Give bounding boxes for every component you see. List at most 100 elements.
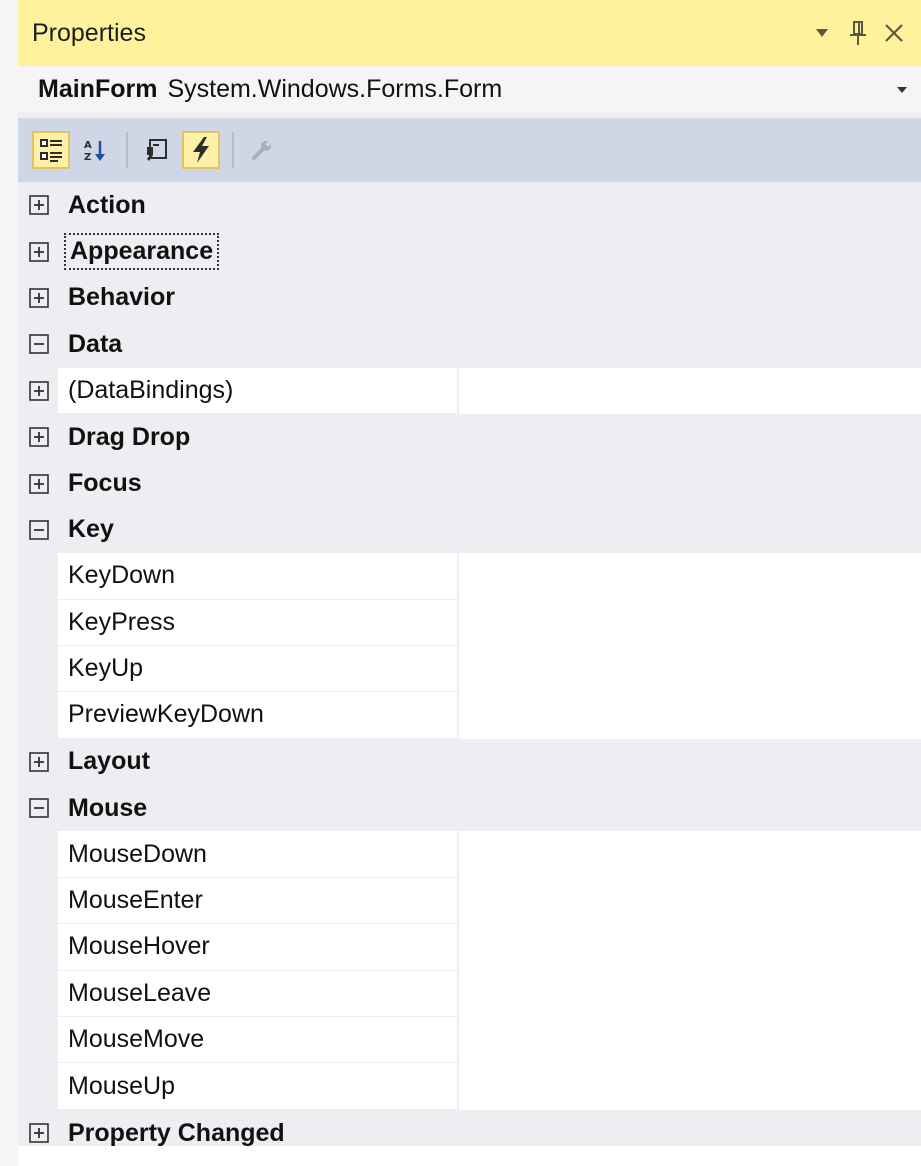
events-button[interactable] (182, 131, 220, 169)
property-value-cell[interactable] (459, 599, 921, 647)
property-value-cell[interactable] (459, 924, 921, 972)
category-label: Property Changed (68, 1118, 285, 1147)
property-name-cell[interactable]: MouseLeave (58, 970, 457, 1018)
category-row[interactable]: Data (18, 321, 921, 368)
expand-icon[interactable] (28, 380, 50, 402)
property-value-cell[interactable] (459, 553, 921, 601)
property-row[interactable]: PreviewKeyDown (18, 692, 921, 740)
expand-icon[interactable] (28, 194, 50, 216)
categorized-icon (40, 139, 62, 162)
property-pages-button[interactable] (244, 131, 282, 169)
expand-icon[interactable] (28, 287, 50, 309)
chevron-down-icon[interactable] (891, 79, 913, 101)
pin-icon[interactable] (845, 18, 871, 48)
property-label: (DataBindings) (68, 375, 234, 404)
expand-icon[interactable] (28, 426, 50, 448)
property-row[interactable]: MouseMove (18, 1017, 921, 1065)
category-label: Action (68, 190, 146, 219)
property-row[interactable]: MouseUp (18, 1063, 921, 1111)
collapse-icon[interactable] (28, 797, 50, 819)
property-label: MouseMove (68, 1025, 205, 1054)
properties-icon (147, 139, 167, 161)
property-value-cell[interactable] (459, 831, 921, 879)
property-label: KeyUp (68, 654, 144, 683)
category-label: Behavior (68, 283, 175, 312)
property-row[interactable]: KeyUp (18, 645, 921, 694)
property-name-cell[interactable]: MouseEnter (58, 877, 457, 925)
property-row[interactable]: KeyDown (18, 553, 921, 601)
property-row[interactable]: MouseEnter (18, 877, 921, 926)
grid-bottom (18, 1146, 921, 1166)
property-name-cell[interactable]: MouseDown (58, 831, 457, 878)
wrench-icon (252, 141, 271, 160)
property-label: MouseDown (68, 839, 207, 868)
category-label: Key (68, 515, 114, 544)
property-row[interactable]: MouseHover (18, 924, 921, 972)
expand-icon[interactable] (28, 1122, 50, 1144)
property-name-cell[interactable]: (DataBindings) (58, 367, 457, 414)
properties-toolbar: A Z (18, 118, 921, 182)
object-name: MainForm (38, 75, 158, 103)
property-value-cell[interactable] (459, 1017, 921, 1065)
properties-button[interactable] (138, 131, 176, 169)
property-grid: Action Appearance Behavior Data (DataBinding… (18, 182, 921, 1157)
property-name-cell[interactable]: MouseUp (58, 1063, 457, 1110)
collapse-icon[interactable] (28, 333, 50, 355)
category-label: Focus (68, 469, 142, 498)
alphabetical-button[interactable]: A Z (76, 131, 114, 169)
expand-icon[interactable] (28, 241, 50, 263)
property-name-cell[interactable]: MouseHover (58, 924, 457, 971)
property-name-cell[interactable]: PreviewKeyDown (58, 692, 457, 739)
svg-text:Z: Z (84, 152, 91, 163)
property-name-cell[interactable]: KeyPress (58, 599, 457, 646)
property-label: MouseLeave (68, 978, 212, 1007)
category-row[interactable]: Key (18, 506, 921, 554)
title-buttons (809, 18, 921, 48)
property-name-cell[interactable]: KeyDown (58, 553, 457, 600)
category-row[interactable]: Focus (18, 460, 921, 507)
category-label: Appearance (63, 233, 220, 271)
property-label: MouseUp (68, 1071, 175, 1100)
collapse-icon[interactable] (28, 519, 50, 541)
property-label: MouseEnter (68, 886, 203, 915)
property-name-cell[interactable]: MouseMove (58, 1017, 457, 1064)
property-value-cell[interactable] (459, 645, 921, 694)
category-label: Layout (68, 747, 150, 776)
category-row[interactable]: Drag Drop (18, 413, 921, 461)
dropdown-arrow-icon[interactable] (809, 18, 835, 48)
property-label: PreviewKeyDown (68, 700, 264, 729)
property-label: KeyPress (68, 607, 175, 636)
category-row[interactable]: Action (18, 182, 921, 229)
property-label: KeyDown (68, 561, 175, 590)
object-selector[interactable]: MainForm System.Windows.Forms.Form (18, 66, 921, 112)
expand-icon[interactable] (28, 473, 50, 495)
property-row[interactable]: (DataBindings) (18, 367, 921, 415)
property-row[interactable]: MouseLeave (18, 970, 921, 1019)
category-label: Mouse (68, 793, 148, 822)
alphabetical-sort-icon: A Z (84, 140, 105, 163)
property-name-cell[interactable]: KeyUp (58, 645, 457, 693)
close-icon[interactable] (881, 18, 907, 48)
property-label: MouseHover (68, 932, 210, 961)
property-value-cell[interactable] (459, 367, 921, 415)
category-label: Data (68, 329, 123, 358)
property-value-cell[interactable] (459, 970, 921, 1019)
toolbar-separator (126, 132, 128, 168)
category-row[interactable]: Layout (18, 738, 921, 786)
property-row[interactable]: KeyPress (18, 599, 921, 647)
toolbar-separator (232, 132, 234, 168)
svg-text:A: A (84, 140, 92, 151)
properties-panel: Properties MainForm System.Windows.Forms… (18, 0, 921, 1166)
panel-title: Properties (32, 18, 146, 47)
category-row[interactable]: Appearance (18, 228, 921, 275)
title-bar[interactable]: Properties (18, 0, 921, 66)
property-value-cell[interactable] (459, 692, 921, 740)
category-row[interactable]: Behavior (18, 274, 921, 322)
category-row[interactable]: Mouse (18, 785, 921, 832)
property-row[interactable]: MouseDown (18, 831, 921, 879)
category-label: Drag Drop (68, 422, 191, 451)
property-value-cell[interactable] (459, 1063, 921, 1111)
categorized-button[interactable] (32, 131, 70, 169)
property-value-cell[interactable] (459, 877, 921, 926)
expand-icon[interactable] (28, 751, 50, 773)
